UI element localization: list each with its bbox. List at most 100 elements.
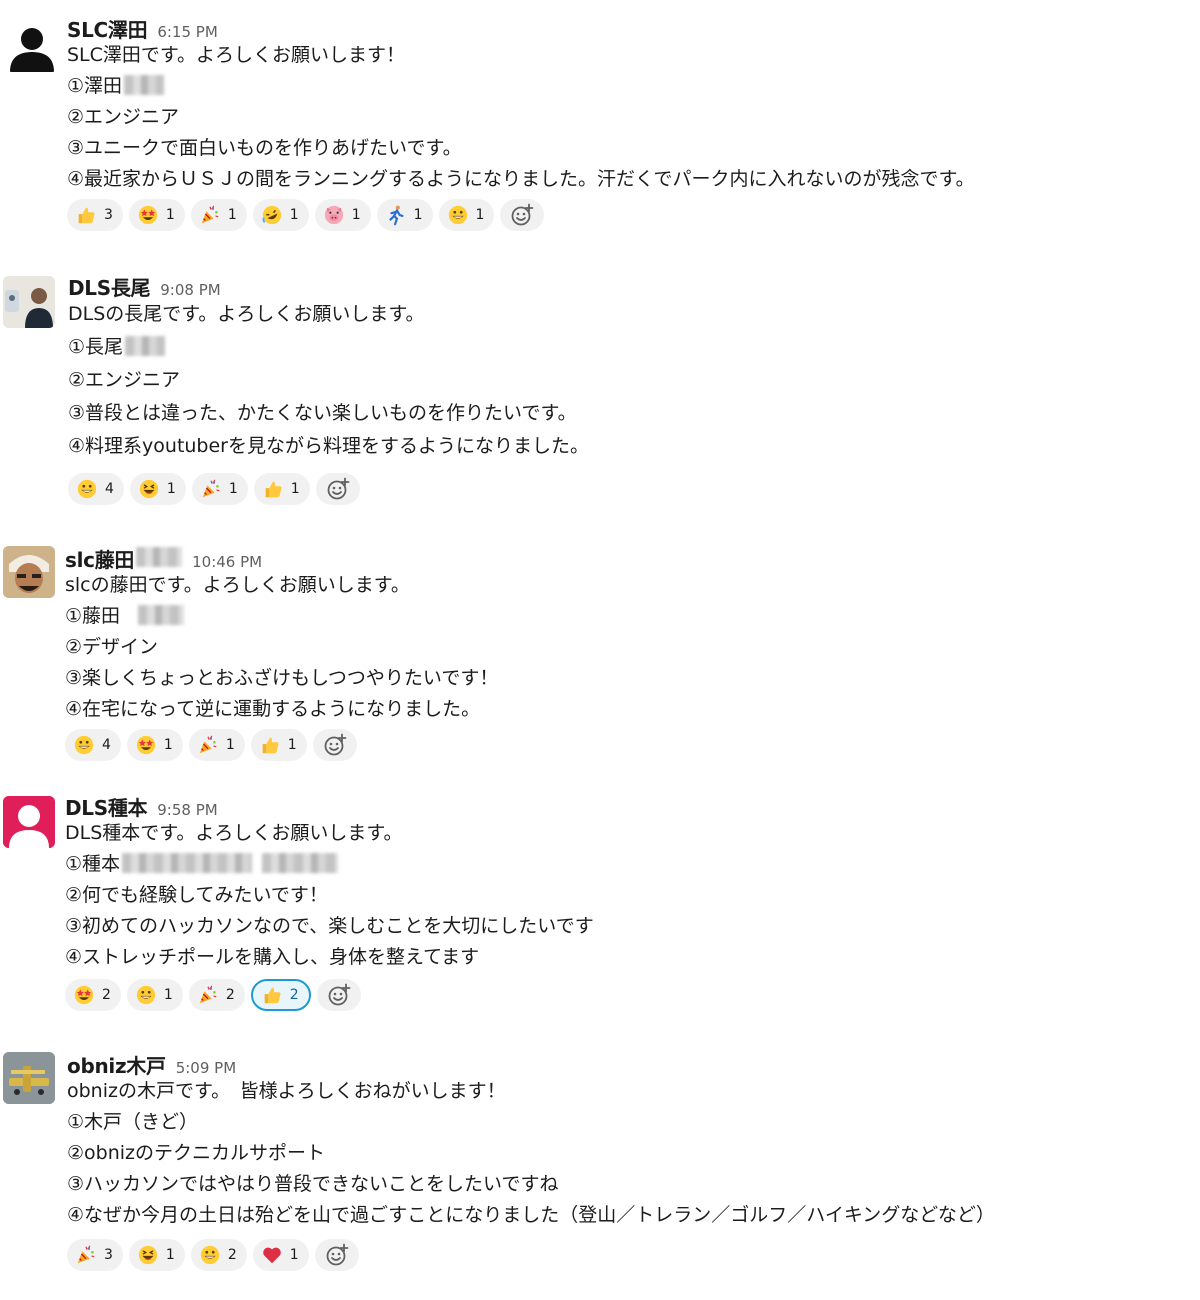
reaction-bar: 4 1 1 1 <box>65 729 498 761</box>
reaction-rofl[interactable]: 1 <box>252 199 309 231</box>
reaction-laughing[interactable]: 1 <box>128 1239 185 1271</box>
avatar[interactable] <box>3 796 55 848</box>
cartoon-face-icon <box>3 546 55 598</box>
add-reaction-button[interactable] <box>315 473 360 505</box>
avatar[interactable] <box>6 20 58 72</box>
reaction-grinning[interactable]: 2 <box>190 1239 247 1271</box>
tada-icon <box>201 205 219 224</box>
reaction-count: 1 <box>165 1247 175 1263</box>
add-reaction-button[interactable] <box>314 1239 359 1271</box>
add-reaction-button[interactable] <box>316 979 361 1011</box>
reaction-count: 1 <box>413 207 423 223</box>
thumbs-up-icon <box>264 987 281 1004</box>
thumbs-up-icon <box>78 207 95 224</box>
reaction-laughing[interactable]: 1 <box>129 473 186 505</box>
reaction-count: 1 <box>289 207 299 223</box>
add-reaction-icon <box>512 203 534 226</box>
reaction-grinning[interactable]: 4 <box>65 729 121 761</box>
avatar[interactable] <box>3 1052 55 1104</box>
timestamp[interactable]: 9:58 PM <box>157 801 217 819</box>
reaction-tada[interactable]: 3 <box>67 1239 123 1271</box>
reaction-thumbs-up[interactable]: 2 <box>250 979 311 1011</box>
thumbs-up-icon <box>262 737 279 754</box>
message-line: ②デザイン <box>65 636 159 658</box>
message-line: ②エンジニア <box>67 106 180 128</box>
reaction-count: 4 <box>102 737 111 753</box>
reaction-count: 1 <box>351 207 361 223</box>
reaction-count: 2 <box>102 987 111 1003</box>
message-line: ④ストレッチポールを購入し、身体を整えてます <box>65 946 480 968</box>
timestamp[interactable]: 5:09 PM <box>176 1059 236 1077</box>
message-line: ③ハッカソンではやはり普段できないことをしたいですね <box>67 1173 559 1195</box>
message-line: ④最近家からＵＳＪの間をランニングするようになりました。汗だくでパーク内に入れな… <box>67 168 975 190</box>
redacted-blur <box>124 75 165 95</box>
reaction-heart[interactable]: 1 <box>252 1239 309 1271</box>
airplane-photo-icon <box>3 1052 55 1104</box>
grinning-icon <box>77 479 97 499</box>
author-name[interactable]: DLS種本 <box>65 792 148 821</box>
redacted-blur <box>136 547 183 567</box>
reaction-thumbs-up[interactable]: 1 <box>250 729 307 761</box>
add-reaction-button[interactable] <box>312 729 357 761</box>
grinning-icon <box>74 735 94 755</box>
default-person-avatar-icon <box>10 28 54 72</box>
reaction-pig[interactable]: 1 <box>314 199 371 231</box>
reaction-runner[interactable]: 1 <box>376 199 433 231</box>
laughing-icon <box>139 479 159 499</box>
reaction-count: 1 <box>163 987 173 1003</box>
reaction-tada[interactable]: 1 <box>191 473 248 505</box>
reaction-grinning[interactable]: 1 <box>438 199 495 231</box>
reaction-thumbs-up[interactable]: 1 <box>253 473 310 505</box>
reaction-count: 1 <box>227 207 237 223</box>
reaction-star-struck[interactable]: 1 <box>126 729 183 761</box>
reaction-tada[interactable]: 1 <box>188 729 245 761</box>
message-line: obnizの木戸です。 皆様よろしくおねがいします！ <box>67 1080 506 1102</box>
message-line: DLS種本です。よろしくお願いします。 <box>65 822 403 844</box>
reaction-tada[interactable]: 1 <box>190 199 247 231</box>
tada-icon <box>77 1245 95 1264</box>
reaction-star-struck[interactable]: 1 <box>128 199 185 231</box>
author-name[interactable]: SLC澤田 <box>67 14 148 43</box>
message-line: slcの藤田です。よろしくお願いします。 <box>65 574 410 596</box>
reaction-count: 2 <box>289 987 299 1003</box>
reaction-count: 1 <box>163 737 173 753</box>
reaction-star-struck[interactable]: 2 <box>65 979 121 1011</box>
timestamp[interactable]: 6:15 PM <box>157 23 217 41</box>
grinning-icon <box>136 985 156 1005</box>
message-line: ④料理系youtuberを見ながら料理をするようになりました。 <box>68 435 589 457</box>
reaction-count: 1 <box>165 207 175 223</box>
reaction-count: 1 <box>475 207 485 223</box>
avatar[interactable] <box>3 546 55 598</box>
author-name[interactable]: slc藤田 <box>65 544 134 573</box>
redacted-blur <box>122 853 253 873</box>
message-line: ④在宅になって逆に運動するようになりました。 <box>65 698 481 720</box>
reaction-count: 1 <box>228 481 238 497</box>
avatar[interactable] <box>3 276 55 328</box>
pig-icon <box>324 205 343 225</box>
reaction-bar: 4 1 1 1 <box>68 473 589 505</box>
message-line: ②obnizのテクニカルサポート <box>67 1142 326 1164</box>
grinning-icon <box>200 1245 220 1265</box>
redacted-blur <box>262 853 339 873</box>
redacted-blur <box>138 605 185 625</box>
message-line: DLSの長尾です。よろしくお願いします。 <box>68 303 425 325</box>
timestamp[interactable]: 9:08 PM <box>160 281 220 299</box>
person-photo-icon <box>3 276 55 328</box>
add-reaction-icon <box>328 983 351 1006</box>
reaction-tada[interactable]: 2 <box>188 979 245 1011</box>
author-name[interactable]: obniz木戸 <box>67 1050 166 1079</box>
add-reaction-button[interactable] <box>500 199 545 231</box>
reaction-grinning[interactable]: 4 <box>68 473 124 505</box>
author-name[interactable]: DLS長尾 <box>68 272 151 301</box>
redacted-blur <box>125 336 166 356</box>
reaction-bar: 3 1 2 1 <box>67 1239 995 1271</box>
reaction-thumbs-up[interactable]: 3 <box>67 199 123 231</box>
timestamp[interactable]: 10:46 PM <box>192 553 262 571</box>
reaction-count: 1 <box>289 1247 299 1263</box>
reaction-bar: 2 1 2 2 <box>65 979 594 1011</box>
reaction-grinning[interactable]: 1 <box>126 979 183 1011</box>
message-line: ①澤田 <box>67 75 123 97</box>
tada-icon <box>202 479 220 498</box>
reaction-count: 2 <box>227 1247 237 1263</box>
message-line: ③楽しくちょっとおふざけもしつつやりたいです！ <box>65 667 499 689</box>
